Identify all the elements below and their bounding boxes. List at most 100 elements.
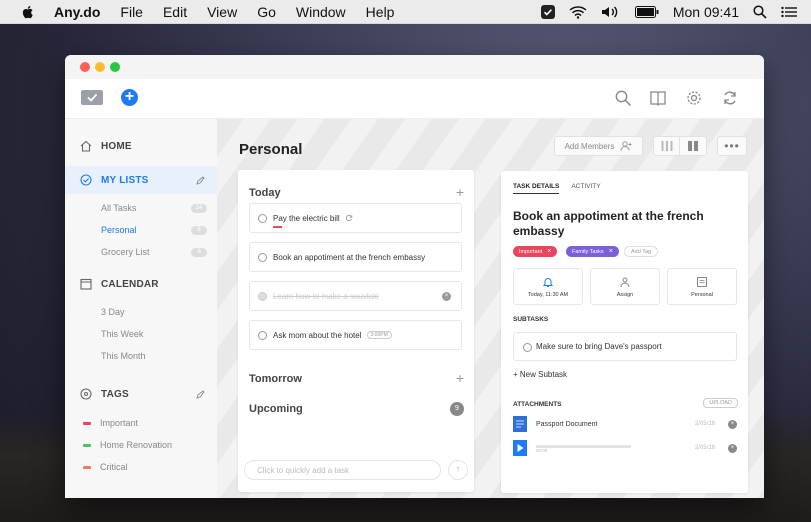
audio-time: 00:00 (536, 448, 548, 453)
wifi-icon[interactable] (569, 5, 587, 19)
apple-icon[interactable] (20, 4, 36, 20)
tag-pill-label: Family Tasks (572, 248, 604, 255)
attachment-date: 2/05/16 (694, 445, 715, 451)
tag-pill-family-tasks[interactable]: Family Tasks × (566, 246, 619, 257)
task-checkbox-checked[interactable] (258, 292, 267, 301)
menu-file[interactable]: File (120, 4, 143, 20)
section-tomorrow-title[interactable]: Tomorrow (249, 373, 302, 385)
sidebar-list-all-tasks[interactable]: All Tasks 14 (65, 202, 217, 214)
column-view-button[interactable] (654, 137, 681, 155)
audio-progress[interactable]: 00:00 (536, 443, 631, 453)
assign-card[interactable]: Assign (590, 268, 660, 305)
subtask-checkbox[interactable] (523, 343, 532, 352)
sidebar-item-calendar[interactable]: CALENDAR (65, 277, 217, 291)
sidebar-item-home[interactable]: HOME (65, 139, 217, 153)
sidebar-tag-important[interactable]: Important (65, 417, 217, 429)
add-tag-button[interactable]: Add Tag (624, 246, 659, 257)
sidebar-item-tags[interactable]: TAGS (65, 387, 217, 401)
task-item-completed[interactable]: Learn how to make a souvlaki × (249, 281, 462, 311)
more-options-button[interactable]: ••• (717, 136, 747, 156)
menu-window[interactable]: Window (296, 4, 346, 20)
task-detail-title[interactable]: Book an appotiment at the french embassy (513, 209, 733, 239)
attachment-row[interactable]: 00:00 2/05/16 × (513, 440, 737, 456)
remove-tag-icon[interactable]: × (547, 248, 551, 255)
task-text: Ask mom about the hotel (273, 330, 362, 340)
add-members-button[interactable]: Add Members (554, 136, 643, 156)
remove-attachment-icon[interactable]: × (728, 443, 737, 453)
tag-label: Home Renovation (100, 440, 173, 450)
subtasks-label: SUBTASKS (513, 316, 549, 323)
document-file-icon (513, 416, 527, 432)
menu-app-name[interactable]: Any.do (54, 4, 100, 20)
menu-bar: Any.do File Edit View Go Window Help Mon… (0, 0, 811, 24)
alarm-bell-icon (542, 278, 554, 287)
attachment-row[interactable]: Passport Document 2/05/16 × (513, 416, 737, 432)
menu-clock[interactable]: Mon 09:41 (673, 4, 739, 20)
sidebar-item-my-lists[interactable]: MY LISTS (65, 166, 217, 194)
remove-tag-icon[interactable]: × (609, 248, 613, 255)
split-view-button[interactable] (680, 137, 706, 155)
edit-pencil-icon[interactable] (196, 389, 205, 399)
recurring-icon (345, 214, 352, 222)
tab-task-details[interactable]: TASK DETAILS (513, 183, 560, 194)
sidebar-list-personal[interactable]: Personal 8 (65, 224, 217, 236)
section-today-title: Today (249, 187, 281, 199)
tag-pill-important[interactable]: Important × (513, 246, 558, 257)
settings-gear-icon[interactable] (685, 89, 703, 107)
reminder-label: Today, 11:30 AM (527, 292, 569, 298)
main-content: Personal Add Members ••• Today + Pay the… (217, 119, 764, 498)
delete-task-icon[interactable]: × (442, 292, 451, 301)
close-window-button[interactable] (80, 62, 90, 72)
window-titlebar[interactable] (65, 55, 764, 79)
attachment-date: 2/05/16 (694, 421, 715, 427)
task-checkbox[interactable] (258, 214, 267, 223)
sidebar-home-label: HOME (101, 140, 132, 152)
audio-play-icon[interactable] (513, 440, 527, 456)
sidebar-calendar-this-week[interactable]: This Week (65, 328, 217, 340)
volume-icon[interactable] (601, 5, 621, 19)
task-item[interactable]: Ask mom about the hotel 3:00PM (249, 320, 462, 350)
sidebar-calendar-3-day[interactable]: 3 Day (65, 306, 217, 318)
task-item[interactable]: Book an appotiment at the french embassy (249, 242, 462, 272)
add-today-task-button[interactable]: + (456, 184, 464, 200)
search-icon[interactable] (614, 89, 632, 107)
assign-user-icon (620, 277, 630, 288)
reminder-card[interactable]: Today, 11:30 AM (513, 268, 583, 305)
add-task-button[interactable]: + (121, 89, 138, 106)
remove-attachment-icon[interactable]: × (728, 419, 737, 429)
edit-pencil-icon[interactable] (196, 175, 205, 185)
anydo-status-icon[interactable] (540, 5, 555, 19)
menu-help[interactable]: Help (366, 4, 395, 20)
columns-icon (661, 141, 672, 151)
subtask-item[interactable]: Make sure to bring Dave's passport (513, 332, 737, 361)
menu-edit[interactable]: Edit (163, 4, 187, 20)
battery-icon[interactable] (634, 6, 659, 18)
section-upcoming-title[interactable]: Upcoming (249, 403, 303, 415)
tab-activity[interactable]: ACTIVITY (571, 183, 600, 194)
list-card[interactable]: Personal (667, 268, 737, 305)
add-tomorrow-task-button[interactable]: + (456, 370, 464, 386)
plan-book-icon[interactable] (649, 89, 667, 107)
split-panel-icon (688, 141, 698, 151)
sidebar-tag-home-renovation[interactable]: Home Renovation (65, 439, 217, 451)
zoom-window-button[interactable] (110, 62, 120, 72)
notification-center-icon[interactable] (781, 6, 797, 18)
home-icon (80, 140, 92, 152)
sidebar-tag-critical[interactable]: Critical (65, 461, 217, 473)
new-subtask-button[interactable]: + New Subtask (513, 370, 567, 379)
menu-view[interactable]: View (207, 4, 237, 20)
task-item[interactable]: Pay the electric bill (249, 203, 462, 233)
sidebar-list-grocery[interactable]: Grocery List 6 (65, 246, 217, 258)
quick-add-send-button[interactable]: ↑ (448, 460, 468, 480)
task-checkbox[interactable] (258, 331, 267, 340)
spotlight-search-icon[interactable] (753, 5, 767, 19)
minimize-window-button[interactable] (95, 62, 105, 72)
task-checkbox[interactable] (258, 253, 267, 262)
attachments-label: ATTACHMENTS (513, 401, 562, 408)
sync-icon[interactable] (721, 89, 739, 107)
menu-go[interactable]: Go (257, 4, 276, 20)
quick-add-input[interactable]: Click to quickly add a task (244, 460, 441, 480)
sidebar-calendar-this-month[interactable]: This Month (65, 350, 217, 362)
upload-button[interactable]: UPLOAD (703, 398, 738, 408)
anydo-logo-icon[interactable] (81, 90, 103, 105)
